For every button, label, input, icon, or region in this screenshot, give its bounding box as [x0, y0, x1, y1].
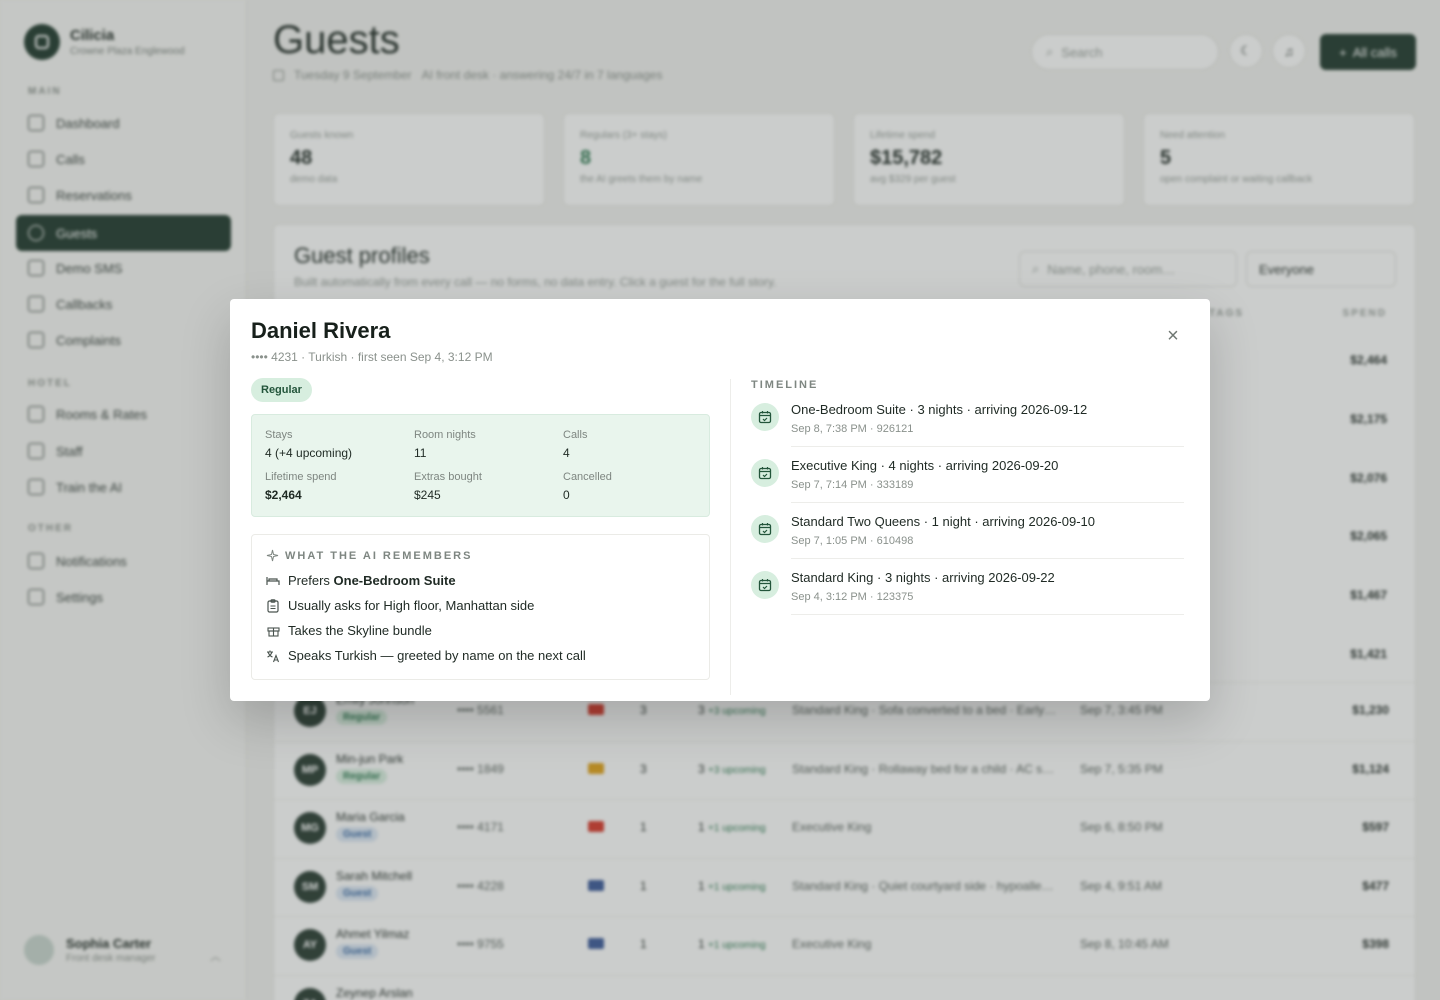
bed-icon: [266, 574, 280, 588]
memory-item: Takes the Skyline bundle: [266, 623, 432, 638]
calendar-check-icon: [751, 515, 779, 543]
timeline-item[interactable]: Executive King · 4 nights · arriving 202…: [751, 455, 1184, 511]
timeline-title: TIMELINE: [751, 379, 819, 391]
calendar-check-icon: [751, 459, 779, 487]
divider: [791, 614, 1184, 615]
stat-extras-bought: Extras bought $245: [414, 471, 482, 502]
guest-detail-modal: Daniel Rivera •••• 4231 · Turkish · firs…: [230, 299, 1210, 701]
timeline-item[interactable]: Standard King · 3 nights · arriving 2026…: [751, 567, 1184, 623]
guest-stats-box: Stays 4 (+4 upcoming) Room nights 11 Calls…: [251, 414, 710, 517]
memory-item: Prefers One-Bedroom Suite: [266, 573, 456, 588]
timeline-item-title: Standard Two Queens · 1 night · arriving…: [791, 514, 1095, 529]
stat-calls: Calls 4: [563, 429, 588, 460]
close-icon[interactable]: ×: [1164, 325, 1182, 347]
sparkles-icon: [266, 549, 279, 562]
stat-room-nights: Room nights 11: [414, 429, 476, 460]
calendar-check-icon: [751, 571, 779, 599]
guest-tag-badge: Regular: [251, 378, 312, 402]
memory-item: Usually asks for High floor, Manhattan s…: [266, 598, 534, 613]
timeline-item-meta: Sep 7, 7:14 PM · 333189: [791, 479, 914, 491]
guest-meta: •••• 4231 · Turkish · first seen Sep 4, …: [251, 350, 493, 364]
modal-divider: [730, 379, 731, 695]
memory-item: Speaks Turkish — greeted by name on the …: [266, 648, 586, 663]
clipboard-icon: [266, 598, 280, 613]
timeline-item[interactable]: Standard Two Queens · 1 night · arriving…: [751, 511, 1184, 567]
timeline-item-title: Standard King · 3 nights · arriving 2026…: [791, 570, 1055, 585]
timeline-item-title: One-Bedroom Suite · 3 nights · arriving …: [791, 402, 1088, 417]
timeline-item-meta: Sep 7, 1:05 PM · 610498: [791, 535, 914, 547]
divider: [791, 558, 1184, 559]
divider: [791, 446, 1184, 447]
ai-memory-box: WHAT THE AI REMEMBERS Prefers One-Bedroo…: [251, 534, 710, 680]
timeline-item[interactable]: One-Bedroom Suite · 3 nights · arriving …: [751, 399, 1184, 455]
calendar-check-icon: [751, 403, 779, 431]
ai-memory-title: WHAT THE AI REMEMBERS: [266, 549, 472, 562]
translate-icon: [266, 649, 280, 663]
stat-stays: Stays 4 (+4 upcoming): [265, 429, 353, 460]
timeline-item-title: Executive King · 4 nights · arriving 202…: [791, 458, 1059, 473]
timeline-item-meta: Sep 8, 7:38 PM · 926121: [791, 423, 914, 435]
divider: [791, 502, 1184, 503]
stat-lifetime-spend: Lifetime spend $2,464: [265, 471, 337, 502]
stat-cancelled: Cancelled 0: [563, 471, 612, 502]
guest-name: Daniel Rivera: [251, 318, 391, 343]
timeline-item-meta: Sep 4, 3:12 PM · 123375: [791, 591, 914, 603]
gift-icon: [266, 624, 280, 638]
